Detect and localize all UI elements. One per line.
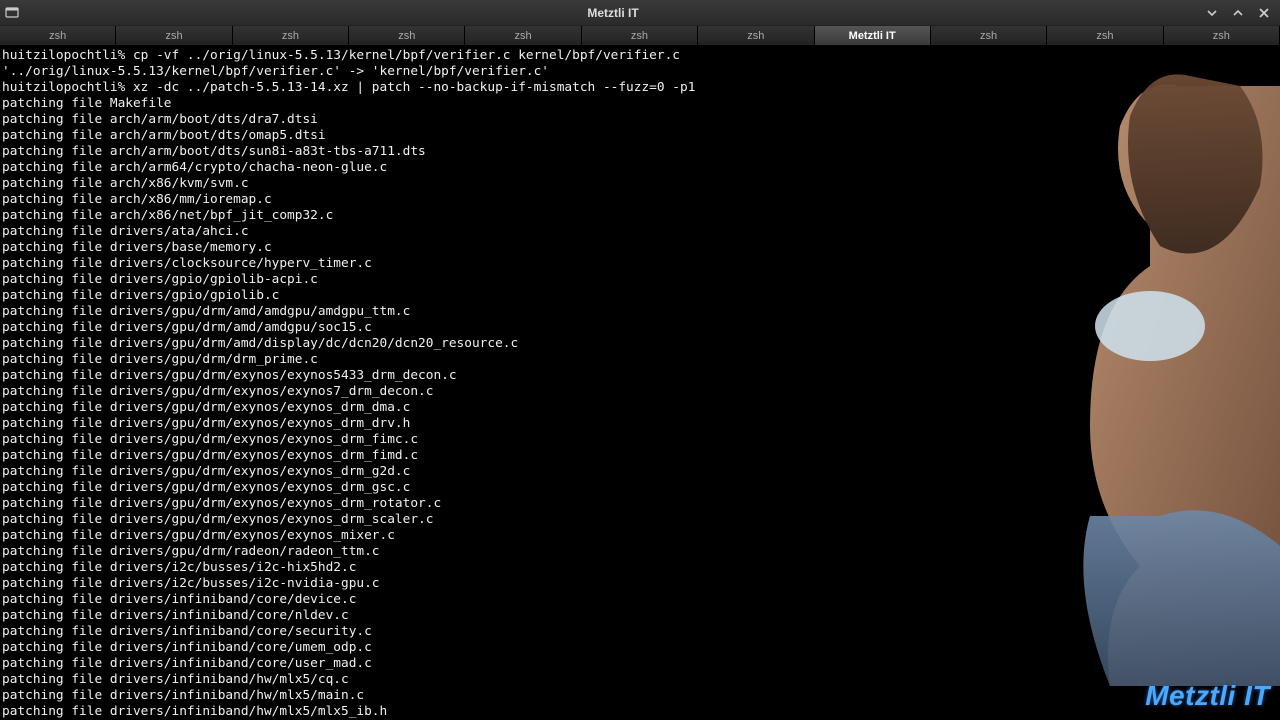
terminal-line: patching file Makefile [2,96,1278,112]
close-button[interactable] [1254,3,1274,23]
tab-2[interactable]: zsh [233,26,349,45]
terminal-line: patching file drivers/gpu/drm/exynos/exy… [2,496,1278,512]
terminal-line: patching file arch/arm64/crypto/chacha-n… [2,160,1278,176]
tab-4[interactable]: zsh [465,26,581,45]
tab-label: zsh [1096,30,1113,42]
terminal-line: patching file drivers/gpu/drm/exynos/exy… [2,480,1278,496]
tab-7[interactable]: Metztli IT [815,26,931,45]
terminal-line: patching file drivers/gpu/drm/exynos/exy… [2,448,1278,464]
minimize-button[interactable] [1202,3,1222,23]
app-icon [0,6,24,20]
terminal-line: patching file arch/x86/net/bpf_jit_comp3… [2,208,1278,224]
tab-label: zsh [282,30,299,42]
terminal-line: patching file drivers/gpu/drm/exynos/exy… [2,416,1278,432]
terminal-line: patching file drivers/infiniband/core/se… [2,624,1278,640]
terminal-line: patching file drivers/i2c/busses/i2c-nvi… [2,576,1278,592]
tab-label: zsh [398,30,415,42]
tab-label: zsh [747,30,764,42]
terminal-line: patching file arch/x86/mm/ioremap.c [2,192,1278,208]
terminal-line: huitzilopochtli% cp -vf ../orig/linux-5.… [2,48,1278,64]
terminal-line: patching file drivers/base/memory.c [2,240,1278,256]
terminal-line: patching file arch/arm/boot/dts/sun8i-a8… [2,144,1278,160]
tab-label: zsh [980,30,997,42]
tab-label: Metztli IT [849,30,896,42]
terminal-line: patching file drivers/gpu/drm/exynos/exy… [2,384,1278,400]
window-controls [1202,3,1280,23]
terminal-line: patching file drivers/gpu/drm/exynos/exy… [2,464,1278,480]
tab-10[interactable]: zsh [1164,26,1280,45]
terminal-line: patching file drivers/infiniband/hw/mlx5… [2,704,1278,720]
terminal-line: patching file drivers/infiniband/core/de… [2,592,1278,608]
tab-0[interactable]: zsh [0,26,116,45]
tab-bar: zsh zsh zsh zsh zsh zsh zsh Metztli IT zsh zsh zsh [0,26,1280,46]
terminal-line: patching file drivers/infiniband/core/nl… [2,608,1278,624]
tab-6[interactable]: zsh [698,26,814,45]
terminal-line: patching file drivers/gpu/drm/exynos/exy… [2,432,1278,448]
terminal-line: patching file drivers/gpu/drm/amd/amdgpu… [2,304,1278,320]
tab-9[interactable]: zsh [1047,26,1163,45]
tab-label: zsh [515,30,532,42]
terminal-line: patching file drivers/infiniband/core/um… [2,640,1278,656]
terminal-line: '../orig/linux-5.5.13/kernel/bpf/verifie… [2,64,1278,80]
terminal-line: patching file drivers/gpu/drm/radeon/rad… [2,544,1278,560]
terminal-line: patching file drivers/infiniband/hw/mlx5… [2,688,1278,704]
terminal-line: patching file drivers/gpu/drm/exynos/exy… [2,528,1278,544]
terminal-line: patching file drivers/gpu/drm/exynos/exy… [2,400,1278,416]
terminal-line: patching file drivers/clocksource/hyperv… [2,256,1278,272]
terminal-line: patching file drivers/gpio/gpiolib.c [2,288,1278,304]
tab-label: zsh [1213,30,1230,42]
tab-label: zsh [165,30,182,42]
terminal-line: patching file drivers/infiniband/hw/mlx5… [2,672,1278,688]
terminal-line: patching file drivers/infiniband/core/us… [2,656,1278,672]
terminal-line: patching file drivers/gpu/drm/amd/amdgpu… [2,320,1278,336]
terminal-line: patching file drivers/gpio/gpiolib-acpi.… [2,272,1278,288]
tab-label: zsh [631,30,648,42]
watermark-text: Metztli IT [1145,680,1270,712]
terminal-line: patching file drivers/ata/ahci.c [2,224,1278,240]
tab-label: zsh [49,30,66,42]
tab-8[interactable]: zsh [931,26,1047,45]
terminal-line: patching file arch/x86/kvm/svm.c [2,176,1278,192]
terminal-line: patching file drivers/gpu/drm/drm_prime.… [2,352,1278,368]
tab-3[interactable]: zsh [349,26,465,45]
terminal-line: patching file drivers/gpu/drm/amd/displa… [2,336,1278,352]
terminal-output[interactable]: huitzilopochtli% cp -vf ../orig/linux-5.… [0,46,1280,720]
tab-1[interactable]: zsh [116,26,232,45]
title-bar: Metztli IT [0,0,1280,26]
terminal-line: patching file arch/arm/boot/dts/omap5.dt… [2,128,1278,144]
terminal-line: patching file drivers/gpu/drm/exynos/exy… [2,512,1278,528]
terminal-line: patching file arch/arm/boot/dts/dra7.dts… [2,112,1278,128]
terminal-line: patching file drivers/gpu/drm/exynos/exy… [2,368,1278,384]
terminal-line: huitzilopochtli% xz -dc ../patch-5.5.13-… [2,80,1278,96]
window-title: Metztli IT [24,6,1202,20]
terminal-line: patching file drivers/i2c/busses/i2c-hix… [2,560,1278,576]
tab-5[interactable]: zsh [582,26,698,45]
maximize-button[interactable] [1228,3,1248,23]
